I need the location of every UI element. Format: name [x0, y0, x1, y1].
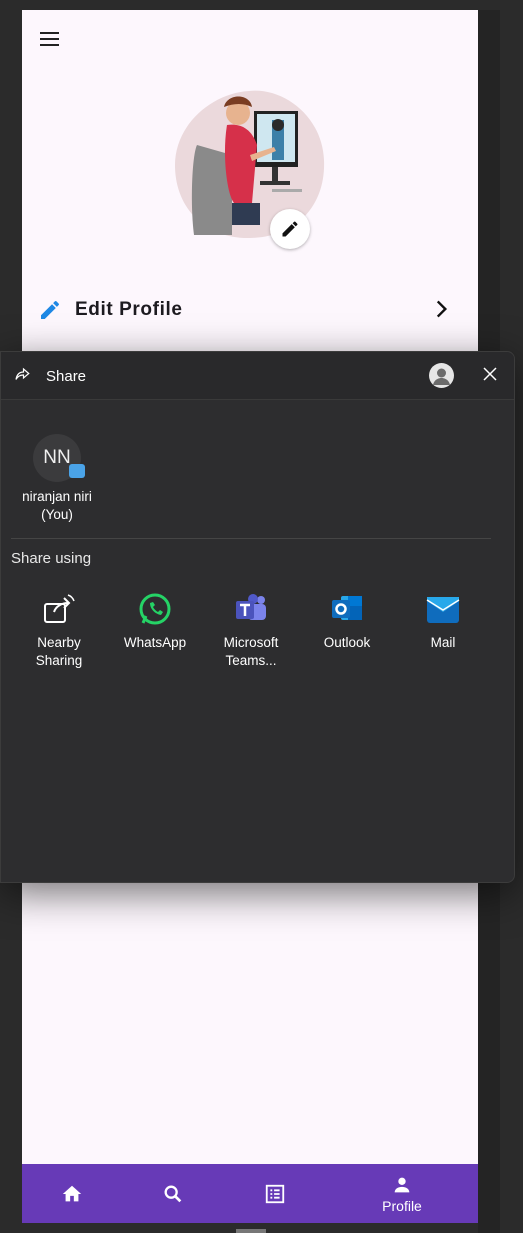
nav-profile-label: Profile	[382, 1197, 422, 1214]
share-app-nearby-sharing[interactable]: Nearby Sharing	[16, 592, 102, 670]
share-app-microsoft-teams[interactable]: Microsoft Teams...	[208, 592, 294, 670]
edit-icon	[282, 221, 298, 237]
share-app-label: WhatsApp	[123, 635, 187, 650]
share-icon	[15, 367, 30, 380]
contact-name: niranjan niri (You)	[22, 489, 92, 522]
nav-search[interactable]	[123, 1164, 223, 1223]
share-header: Share	[1, 352, 514, 400]
share-app-label: Mail	[430, 635, 456, 650]
pencil-icon	[41, 300, 60, 319]
nearby-sharing-icon	[42, 592, 76, 626]
edit-avatar-button[interactable]	[270, 209, 310, 249]
divider	[11, 538, 491, 539]
mail-badge-icon	[69, 464, 85, 478]
edit-profile-label: Edit Profile	[75, 299, 183, 320]
nav-home[interactable]	[22, 1164, 122, 1223]
mail-icon	[426, 592, 460, 626]
share-app-label: Nearby Sharing	[35, 635, 83, 668]
nav-profile[interactable]: Profile	[352, 1164, 452, 1223]
share-dialog: Share NN niranjan niri (You) Share using…	[0, 351, 515, 883]
share-title: Share	[46, 368, 87, 385]
scrollbar-thumb[interactable]	[236, 1229, 266, 1233]
account-icon[interactable]	[429, 363, 454, 388]
search-icon	[164, 1185, 182, 1202]
edit-profile-row[interactable]: Edit Profile	[38, 292, 458, 328]
chevron-right-icon	[436, 300, 448, 318]
bottom-navigation: Profile	[22, 1164, 478, 1223]
person-icon	[394, 1177, 410, 1192]
list-icon	[265, 1184, 285, 1203]
share-using-label: Share using	[11, 550, 92, 567]
close-icon[interactable]	[482, 366, 498, 382]
outlook-icon	[330, 592, 364, 626]
home-icon	[62, 1185, 82, 1201]
microsoft-teams-icon	[234, 592, 268, 626]
share-app-label: Microsoft Teams...	[223, 635, 279, 668]
whatsapp-icon	[138, 592, 172, 626]
share-app-outlook[interactable]: Outlook	[304, 592, 390, 652]
nav-list[interactable]	[225, 1164, 325, 1223]
share-app-label: Outlook	[323, 635, 371, 650]
share-app-mail[interactable]: Mail	[400, 592, 486, 652]
share-app-whatsapp[interactable]: WhatsApp	[112, 592, 198, 652]
menu-icon[interactable]	[38, 30, 62, 48]
